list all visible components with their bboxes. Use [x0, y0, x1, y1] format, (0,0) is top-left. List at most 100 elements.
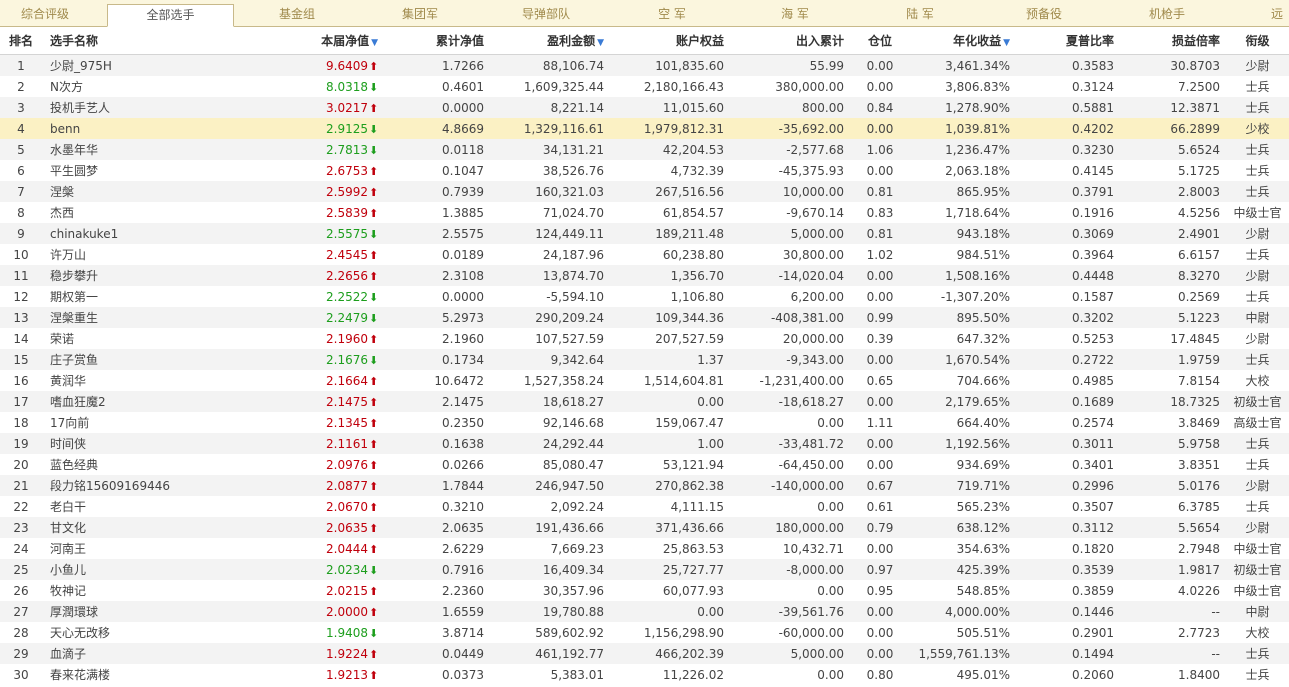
cell-profit: 71,024.70 — [490, 202, 610, 223]
table-row[interactable]: 28 天心无改移 1.9408⬇ 3.8714 589,602.92 1,156,298.… — [0, 622, 1289, 643]
cell-value: 0.3202 — [1072, 310, 1114, 325]
table-row[interactable]: 5 水墨年华 2.7813⬇ 0.0118 34,131.21 42,204.53 -2,5… — [0, 139, 1289, 160]
cell-name[interactable]: 水墨年华 — [42, 139, 192, 160]
header-annual[interactable]: 年化收益 ▼ — [910, 27, 1016, 55]
table-row[interactable]: 6 平生圆梦 2.6753⬆ 0.1047 38,526.76 4,732.39 -45,3… — [0, 160, 1289, 181]
table-row[interactable]: 19 时间侠 2.1161⬆ 0.1638 24,292.44 1.00 -33,481.7… — [0, 433, 1289, 454]
cell-value: 0.0189 — [442, 247, 484, 262]
cell-name[interactable]: 春来花满楼 — [42, 664, 192, 685]
tab-7[interactable]: 陆 军 — [858, 0, 982, 26]
cell-rank: 26 — [0, 580, 42, 601]
cell-value: -9,670.14 — [786, 205, 844, 220]
cell-annual: 2,179.65% — [910, 391, 1016, 412]
table-row[interactable]: 21 段力铭15609169446 2.0877⬆ 1.7844 246,947.50 2… — [0, 475, 1289, 496]
cell-name[interactable]: 嗜血狂魔2 — [42, 391, 192, 412]
table-row[interactable]: 12 期权第一 2.2522⬇ 0.0000 -5,594.10 1,106.80 6,20… — [0, 286, 1289, 307]
table-row[interactable]: 8 杰西 2.5839⬆ 1.3885 71,024.70 61,854.57 -9,670… — [0, 202, 1289, 223]
table-row[interactable]: 23 甘文化 2.0635⬆ 2.0635 191,436.66 371,436.66 18… — [0, 517, 1289, 538]
table-row[interactable]: 17 嗜血狂魔2 2.1475⬆ 2.1475 18,618.27 0.00 -18,618… — [0, 391, 1289, 412]
cell-profit: 8,221.14 — [490, 97, 610, 118]
table-row[interactable]: 18 17向前 2.1345⬆ 0.2350 92,146.68 159,067.47 0.… — [0, 412, 1289, 433]
cell-name[interactable]: 少尉_975H — [42, 54, 192, 76]
cell-name[interactable]: 涅槃重生 — [42, 307, 192, 328]
table-row[interactable]: 27 厚潤環球 2.0000⬆ 1.6559 19,780.88 0.00 -39,561.… — [0, 601, 1289, 622]
cell-name[interactable]: 老白干 — [42, 496, 192, 517]
cell-name[interactable]: 投机手艺人 — [42, 97, 192, 118]
table-row[interactable]: 1 少尉_975H 9.6409⬆ 1.7266 88,106.74 101,835.60… — [0, 54, 1289, 76]
cell-position: 0.00 — [850, 76, 910, 97]
cell-name[interactable]: 涅槃 — [42, 181, 192, 202]
cell-name[interactable]: 稳步攀升 — [42, 265, 192, 286]
tab-2[interactable]: 基金组 — [238, 0, 356, 26]
cell-name[interactable]: 段力铭15609169446 — [42, 475, 192, 496]
arrow-up-icon: ⬆ — [369, 395, 379, 409]
cell-rank-title: 少尉 — [1226, 54, 1289, 76]
cell-position: 1.06 — [850, 139, 910, 160]
cell-name[interactable]: chinakuke1 — [42, 223, 192, 244]
cell-value: 0.1916 — [1072, 205, 1114, 220]
table-row[interactable]: 2 N次方 8.0318⬇ 0.4601 1,609,325.44 2,180,166.4… — [0, 76, 1289, 97]
sort-down-icon[interactable]: ▼ — [371, 38, 378, 48]
header-nav[interactable]: 本届净值 ▼ — [192, 27, 384, 55]
tab-4[interactable]: 导弹部队 — [482, 0, 610, 26]
cell-name[interactable]: 许万山 — [42, 244, 192, 265]
cell-name[interactable]: 杰西 — [42, 202, 192, 223]
cell-name[interactable]: 牧神记 — [42, 580, 192, 601]
table-row[interactable]: 7 涅槃 2.5992⬆ 0.7939 160,321.03 267,516.56 10,0… — [0, 181, 1289, 202]
table-row[interactable]: 4 benn 2.9125⬇ 4.8669 1,329,116.61 1,979,812.… — [0, 118, 1289, 139]
cell-name[interactable]: 厚潤環球 — [42, 601, 192, 622]
tab-8[interactable]: 预备役 — [984, 0, 1104, 26]
cell-value: 0.0118 — [442, 142, 484, 157]
table-row[interactable]: 3 投机手艺人 3.0217⬆ 0.0000 8,221.14 11,015.60 800.… — [0, 97, 1289, 118]
table-row[interactable]: 15 庄子赏鱼 2.1676⬇ 0.1734 9,342.64 1.37 -9,343.00… — [0, 349, 1289, 370]
cell-name[interactable]: N次方 — [42, 76, 192, 97]
cell-value: 士兵 — [1245, 185, 1270, 199]
table-row[interactable]: 24 河南王 2.0444⬆ 2.6229 7,669.23 25,863.53 10,43… — [0, 538, 1289, 559]
tab-0[interactable]: 综合评级 — [0, 0, 90, 26]
cell-name[interactable]: 荣诺 — [42, 328, 192, 349]
cell-name[interactable]: 黄润华 — [42, 370, 192, 391]
table-row[interactable]: 16 黄润华 2.1664⬆ 10.6472 1,527,358.24 1,514,604… — [0, 370, 1289, 391]
cell-name[interactable]: 天心无改移 — [42, 622, 192, 643]
cell-value: 19,780.88 — [542, 604, 604, 619]
tab-5[interactable]: 空 军 — [612, 0, 732, 26]
cell-flow: -60,000.00 — [730, 622, 850, 643]
tab-9[interactable]: 机枪手 — [1106, 0, 1228, 26]
cell-name[interactable]: 期权第一 — [42, 286, 192, 307]
cell-name[interactable]: 血滴子 — [42, 643, 192, 664]
cell-rank: 10 — [0, 244, 42, 265]
cell-cum-nav: 2.6229 — [384, 538, 490, 559]
sort-down-icon[interactable]: ▼ — [1003, 38, 1010, 48]
cell-profit: 246,947.50 — [490, 475, 610, 496]
tab-3[interactable]: 集团军 — [360, 0, 480, 26]
table-row[interactable]: 30 春来花满楼 1.9213⬆ 0.0373 5,383.01 11,226.02 0.0… — [0, 664, 1289, 685]
cell-name[interactable]: 时间侠 — [42, 433, 192, 454]
cell-name[interactable]: 河南王 — [42, 538, 192, 559]
table-row[interactable]: 9 chinakuke1 2.5575⬇ 2.5575 124,449.11 189,21… — [0, 223, 1289, 244]
cell-name[interactable]: 小鱼儿 — [42, 559, 192, 580]
cell-value: -60,000.00 — [778, 625, 844, 640]
table-row[interactable]: 13 涅槃重生 2.2479⬇ 5.2973 290,209.24 109,344.36 -… — [0, 307, 1289, 328]
table-row[interactable]: 10 许万山 2.4545⬆ 0.0189 24,187.96 60,238.80 30,8… — [0, 244, 1289, 265]
table-row[interactable]: 22 老白干 2.0670⬆ 0.3210 2,092.24 4,111.15 0.00 0.… — [0, 496, 1289, 517]
cell-name[interactable]: 17向前 — [42, 412, 192, 433]
tab-10[interactable]: 远 — [1262, 0, 1289, 26]
header-profit[interactable]: 盈利金额 ▼ — [490, 27, 610, 55]
table-row[interactable]: 20 蓝色经典 2.0976⬆ 0.0266 85,080.47 53,121.94 -64… — [0, 454, 1289, 475]
tab-6[interactable]: 海 军 — [734, 0, 856, 26]
cell-name[interactable]: 平生圆梦 — [42, 160, 192, 181]
sort-down-icon[interactable]: ▼ — [597, 38, 604, 48]
table-row[interactable]: 14 荣诺 2.1960⬆ 2.1960 107,527.59 207,527.59 20,… — [0, 328, 1289, 349]
table-row[interactable]: 11 稳步攀升 2.2656⬆ 2.3108 13,874.70 1,356.70 -14,… — [0, 265, 1289, 286]
cell-value: 0.4145 — [1072, 163, 1114, 178]
cell-value: 高级士官 — [1233, 416, 1282, 430]
cell-flow: 0.00 — [730, 496, 850, 517]
cell-name[interactable]: 甘文化 — [42, 517, 192, 538]
cell-name[interactable]: benn — [42, 118, 192, 139]
table-row[interactable]: 25 小鱼儿 2.0234⬇ 0.7916 16,409.34 25,727.77 -8,0… — [0, 559, 1289, 580]
tab-1[interactable]: 全部选手 — [107, 4, 234, 27]
table-row[interactable]: 26 牧神记 2.0215⬆ 2.2360 30,357.96 60,077.93 0.00… — [0, 580, 1289, 601]
cell-name[interactable]: 蓝色经典 — [42, 454, 192, 475]
cell-name[interactable]: 庄子赏鱼 — [42, 349, 192, 370]
table-row[interactable]: 29 血滴子 1.9224⬆ 0.0449 461,192.77 466,202.39 5,… — [0, 643, 1289, 664]
